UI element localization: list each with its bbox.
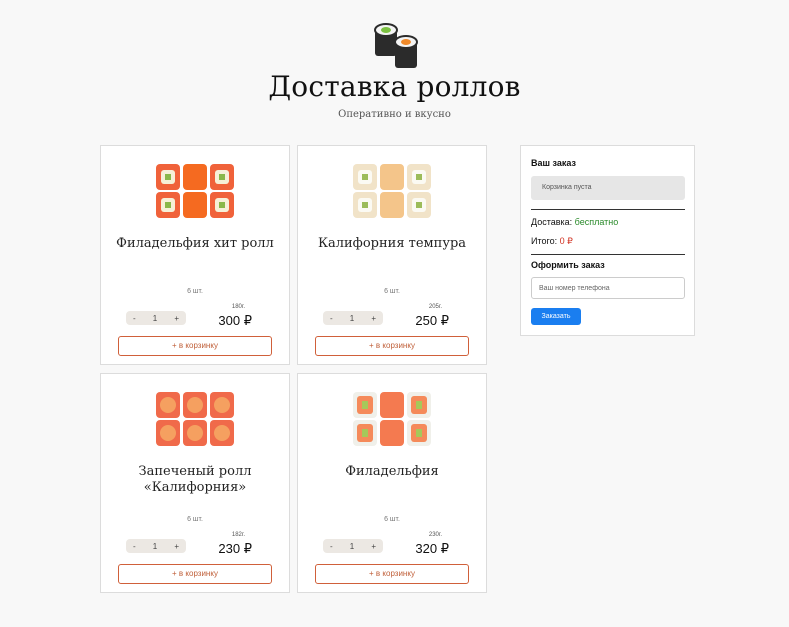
increase-button[interactable]: + — [174, 542, 179, 551]
sushi-tempura-icon — [353, 164, 431, 218]
increase-button[interactable]: + — [371, 542, 376, 551]
sushi-baked-icon — [156, 392, 234, 446]
decrease-button[interactable]: - — [330, 542, 333, 551]
product-name: Филадельфия — [345, 464, 439, 479]
delivery-info: Доставка: бесплатно — [531, 217, 618, 227]
decrease-button[interactable]: - — [133, 542, 136, 551]
add-to-cart-button[interactable]: + в корзинку — [118, 564, 272, 584]
quantity-value: 1 — [152, 313, 158, 323]
quantity-value: 1 — [152, 541, 158, 551]
decrease-button[interactable]: - — [133, 314, 136, 323]
quantity-value: 1 — [349, 541, 355, 551]
product-card: Калифорния темпура 6 шт. - 1 + 205г. 250… — [297, 145, 487, 365]
decrease-button[interactable]: - — [330, 314, 333, 323]
total-info: Итого: 0 ₽ — [531, 236, 573, 247]
total-label: Итого: — [531, 236, 558, 246]
cart-empty-message: Корзинка пуста — [531, 176, 685, 200]
product-count: 6 шт. — [384, 288, 400, 295]
order-panel: Ваш заказ Корзинка пуста Доставка: беспл… — [520, 145, 695, 336]
product-card: Филадельфия хит ролл 6 шт. - 1 + 180г. 3… — [100, 145, 290, 365]
add-to-cart-button[interactable]: + в корзинку — [315, 564, 469, 584]
quantity-stepper: - 1 + — [126, 311, 186, 325]
checkout-title: Оформить заказ — [531, 260, 605, 270]
product-card: Запеченый ролл «Калифорния» 6 шт. - 1 + … — [100, 373, 290, 593]
product-price: 250 ₽ — [415, 313, 449, 328]
product-weight: 182г. — [231, 532, 245, 538]
product-count: 6 шт. — [187, 288, 203, 295]
quantity-value: 1 — [349, 313, 355, 323]
product-name: Запеченый ролл «Калифорния» — [138, 464, 252, 495]
product-weight: 180г. — [231, 304, 245, 310]
product-card: Филадельфия 6 шт. - 1 + 230г. 320 ₽ + в … — [297, 373, 487, 593]
product-weight: 230г. — [428, 532, 442, 538]
sushi-orange-icon — [156, 164, 234, 218]
product-count: 6 шт. — [384, 516, 400, 523]
quantity-stepper: - 1 + — [323, 311, 383, 325]
increase-button[interactable]: + — [174, 314, 179, 323]
delivery-label: Доставка: — [531, 217, 573, 227]
sushi-rolls-icon — [374, 23, 418, 68]
product-name: Филадельфия хит ролл — [116, 236, 274, 251]
divider — [531, 209, 685, 210]
sushi-salmon-icon — [353, 392, 431, 446]
add-to-cart-button[interactable]: + в корзинку — [118, 336, 272, 356]
page-title: Доставка роллов — [268, 70, 521, 103]
product-name: Калифорния темпура — [317, 236, 467, 251]
product-price: 320 ₽ — [415, 541, 449, 556]
product-count: 6 шт. — [187, 516, 203, 523]
page-subtitle: Оперативно и вкусно — [338, 109, 451, 120]
order-title: Ваш заказ — [531, 158, 576, 168]
quantity-stepper: - 1 + — [126, 539, 186, 553]
increase-button[interactable]: + — [371, 314, 376, 323]
add-to-cart-button[interactable]: + в корзинку — [315, 336, 469, 356]
total-value: 0 ₽ — [559, 236, 573, 246]
product-price: 230 ₽ — [218, 541, 252, 556]
product-weight: 205г. — [428, 304, 442, 310]
quantity-stepper: - 1 + — [323, 539, 383, 553]
product-price: 300 ₽ — [218, 313, 252, 328]
phone-input[interactable] — [531, 277, 685, 299]
order-submit-button[interactable]: Заказать — [531, 308, 581, 325]
divider — [531, 254, 685, 255]
delivery-value: бесплатно — [574, 217, 619, 227]
